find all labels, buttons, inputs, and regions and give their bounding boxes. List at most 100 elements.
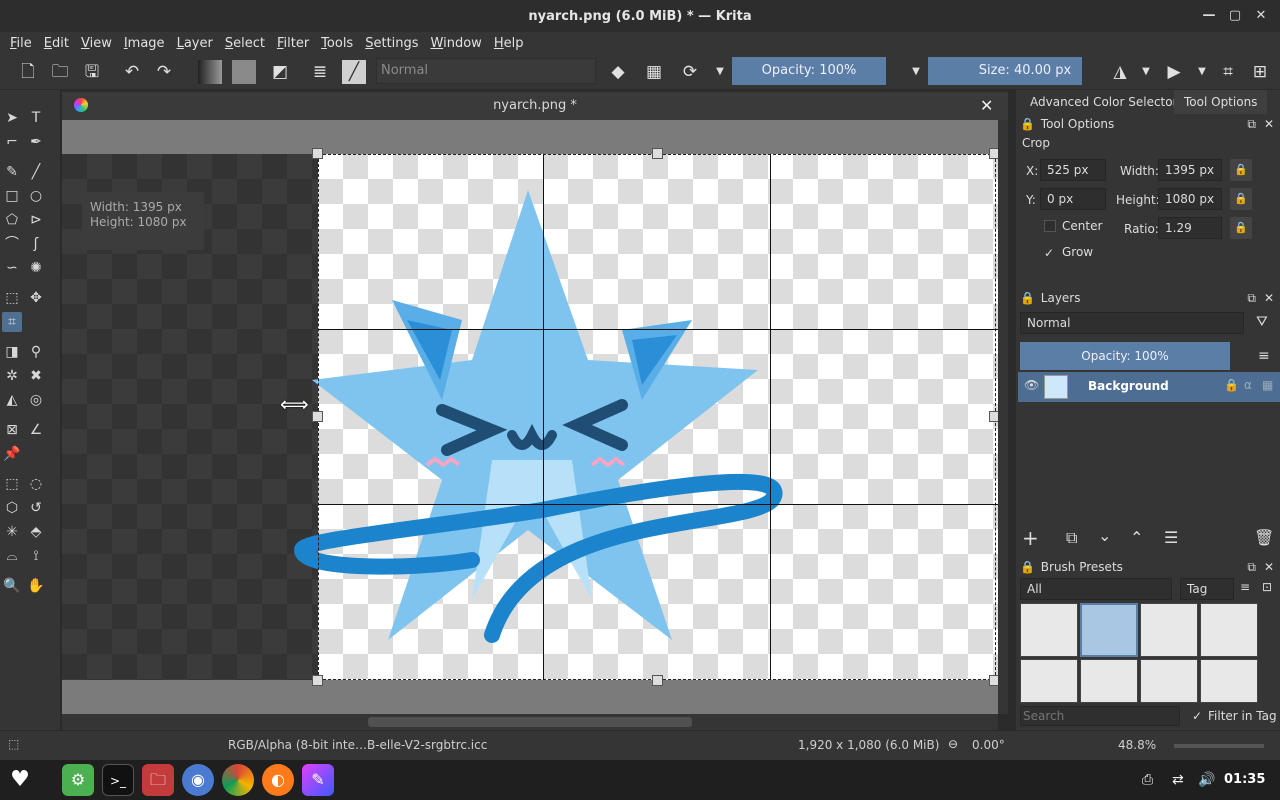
layer-properties-icon[interactable]: ☰ xyxy=(1164,528,1178,547)
lock-width-icon[interactable]: 🔒 xyxy=(1230,159,1252,181)
crop-handle-top-left[interactable] xyxy=(312,148,323,159)
save-icon[interactable]: 🖫 xyxy=(80,60,104,84)
horizontal-scrollbar[interactable] xyxy=(62,714,998,730)
brush-preset-item[interactable] xyxy=(1020,659,1078,703)
multibrush-tool-icon[interactable]: ✺ xyxy=(26,258,46,278)
enclose-fill-tool-icon[interactable]: ◎ xyxy=(26,390,46,410)
canvas[interactable]: ⟺ Width: 1395 px Height: 1080 px xyxy=(62,120,998,714)
files-app-icon[interactable]: 🗀 xyxy=(142,764,174,796)
zoom-slider[interactable] xyxy=(1174,744,1264,748)
magnetic-select-tool-icon[interactable]: ⟟ xyxy=(26,546,46,566)
eraser-icon[interactable]: ◆ xyxy=(606,60,630,84)
crop-handle-right[interactable] xyxy=(989,411,998,422)
brush-preset-item[interactable] xyxy=(1140,603,1198,657)
close-window-icon[interactable]: ✕ xyxy=(1252,7,1270,25)
similar-select-tool-icon[interactable]: ⬘ xyxy=(26,522,46,542)
blend-mode-select[interactable]: Normal xyxy=(376,58,596,84)
redo-icon[interactable]: ↷ xyxy=(152,60,176,84)
browser-app-icon[interactable]: ◉ xyxy=(182,764,214,796)
crop-x-input[interactable]: 525 px xyxy=(1040,159,1106,181)
crop-y-input[interactable]: 0 px xyxy=(1040,188,1106,210)
brush-settings-icon[interactable]: ≣ xyxy=(308,60,332,84)
crop-tool-icon[interactable]: ⌗ xyxy=(2,312,22,332)
terminal-app-icon[interactable]: >_ xyxy=(102,764,134,796)
fill-tool-icon[interactable]: ◭ xyxy=(2,390,22,410)
maximize-icon[interactable]: ▢ xyxy=(1226,7,1244,25)
layer-menu-icon[interactable]: ≡ xyxy=(1258,348,1270,364)
selection-mode-icon[interactable]: ⬚ xyxy=(8,737,19,751)
layer-blend-mode-select[interactable]: Normal xyxy=(1020,312,1244,334)
add-layer-icon[interactable]: + xyxy=(1022,526,1039,550)
crop-width-input[interactable]: 1395 px xyxy=(1158,159,1222,181)
color-picker-tool-icon[interactable]: ⚲ xyxy=(26,342,46,362)
layer-row-background[interactable]: 👁 Background 🔒 α ▦ xyxy=(1018,372,1280,402)
chrome-app-icon[interactable] xyxy=(222,764,254,796)
lock-height-icon[interactable]: 🔒 xyxy=(1230,188,1252,210)
smart-patch-tool-icon[interactable]: ✲ xyxy=(2,366,22,386)
brush-preset-item-selected[interactable] xyxy=(1080,603,1138,657)
brush-preset-icon[interactable]: ╱ xyxy=(342,60,366,84)
rotation-icon[interactable]: ⊖ xyxy=(948,737,958,751)
settings-app-icon[interactable]: ⚙ xyxy=(62,764,94,796)
close-docker-icon[interactable]: ✕ xyxy=(1264,288,1274,308)
dynamic-brush-tool-icon[interactable]: ∽ xyxy=(2,258,22,278)
crop-handle-left[interactable] xyxy=(312,411,323,422)
brush-tool-icon[interactable]: ✎ xyxy=(2,162,22,182)
gradient-swatch-icon[interactable] xyxy=(198,60,222,84)
brush-import-icon[interactable]: ⊡ xyxy=(1262,580,1272,594)
brush-list-menu-icon[interactable]: ≡ xyxy=(1240,580,1250,594)
transform-tool-icon[interactable]: ⬚ xyxy=(2,288,22,308)
ellipse-select-tool-icon[interactable]: ◌ xyxy=(26,474,46,494)
float-docker-icon[interactable]: ⧉ xyxy=(1247,288,1256,308)
size-slider[interactable]: Size: 40.00 px xyxy=(928,57,1082,85)
volume-icon[interactable]: 🔊 xyxy=(1198,772,1215,788)
crop-frame[interactable] xyxy=(318,154,996,680)
float-docker-icon[interactable]: ⧉ xyxy=(1247,114,1256,134)
undo-icon[interactable]: ↶ xyxy=(120,60,144,84)
lock-docker-icon[interactable]: 🔒 xyxy=(1020,560,1035,574)
float-docker-icon[interactable]: ⧉ xyxy=(1247,557,1256,577)
crop-ratio-input[interactable]: 1.29 xyxy=(1158,217,1222,239)
calligraphy-tool-icon[interactable]: ✒ xyxy=(26,132,46,152)
krita-app-icon[interactable]: ✎ xyxy=(302,764,334,796)
horizontal-scroll-thumb[interactable] xyxy=(368,717,692,727)
filter-icon[interactable]: ⛛ xyxy=(1256,314,1268,330)
menu-window[interactable]: Window xyxy=(425,36,488,51)
brush-preset-item[interactable] xyxy=(1080,659,1138,703)
tab-tool-options[interactable]: Tool Options xyxy=(1174,90,1268,114)
printer-icon[interactable]: ⎙ xyxy=(1142,772,1153,788)
brush-search-input[interactable] xyxy=(1020,706,1180,726)
crop-handle-top-right[interactable] xyxy=(989,148,998,159)
crop-height-input[interactable]: 1080 px xyxy=(1158,188,1222,210)
gradient-tool-icon[interactable]: ◨ xyxy=(2,342,22,362)
zoom-tool-icon[interactable]: 🔍 xyxy=(2,576,22,596)
reload-preset-icon[interactable]: ⟳ xyxy=(678,60,702,84)
mirror-vertical-icon[interactable]: ▶ xyxy=(1162,60,1186,84)
crop-handle-bottom-right[interactable] xyxy=(989,675,998,686)
chevron-down-icon[interactable]: ▼ xyxy=(1190,60,1214,84)
brush-preset-item[interactable] xyxy=(1020,603,1078,657)
menu-image[interactable]: Image xyxy=(118,36,171,51)
select-shapes-tool-icon[interactable]: ➤ xyxy=(2,108,22,128)
brush-preset-item[interactable] xyxy=(1140,659,1198,703)
center-checkbox[interactable] xyxy=(1044,220,1056,232)
visibility-eye-icon[interactable]: 👁 xyxy=(1024,378,1039,392)
move-layer-up-icon[interactable]: ⌃ xyxy=(1130,528,1143,547)
vertical-scrollbar[interactable] xyxy=(998,120,1008,714)
reference-images-tool-icon[interactable]: 📌 xyxy=(2,444,22,464)
menu-filter[interactable]: Filter xyxy=(271,36,315,51)
brush-filter-select[interactable]: All xyxy=(1020,578,1172,600)
rect-select-tool-icon[interactable]: ⬚ xyxy=(2,474,22,494)
alpha-icon[interactable]: α xyxy=(1244,378,1252,392)
favorites-heart-icon[interactable]: ♥ xyxy=(4,764,36,796)
crop-handle-bottom-left[interactable] xyxy=(312,675,323,686)
freehand-path-tool-icon[interactable]: ʃ xyxy=(26,234,46,254)
menu-file[interactable]: File xyxy=(4,36,38,51)
brush-preset-item[interactable] xyxy=(1200,603,1258,657)
brush-tag-button[interactable]: Tag xyxy=(1180,578,1234,600)
layer-lock-icon[interactable]: 🔒 xyxy=(1224,378,1239,392)
polygon-tool-icon[interactable]: ⬠ xyxy=(2,210,22,230)
open-folder-icon[interactable]: 🗀 xyxy=(48,60,72,84)
grow-checkbox[interactable]: ✓ xyxy=(1044,246,1054,260)
crop-toolbar-icon[interactable]: ⌗ xyxy=(1216,60,1240,84)
